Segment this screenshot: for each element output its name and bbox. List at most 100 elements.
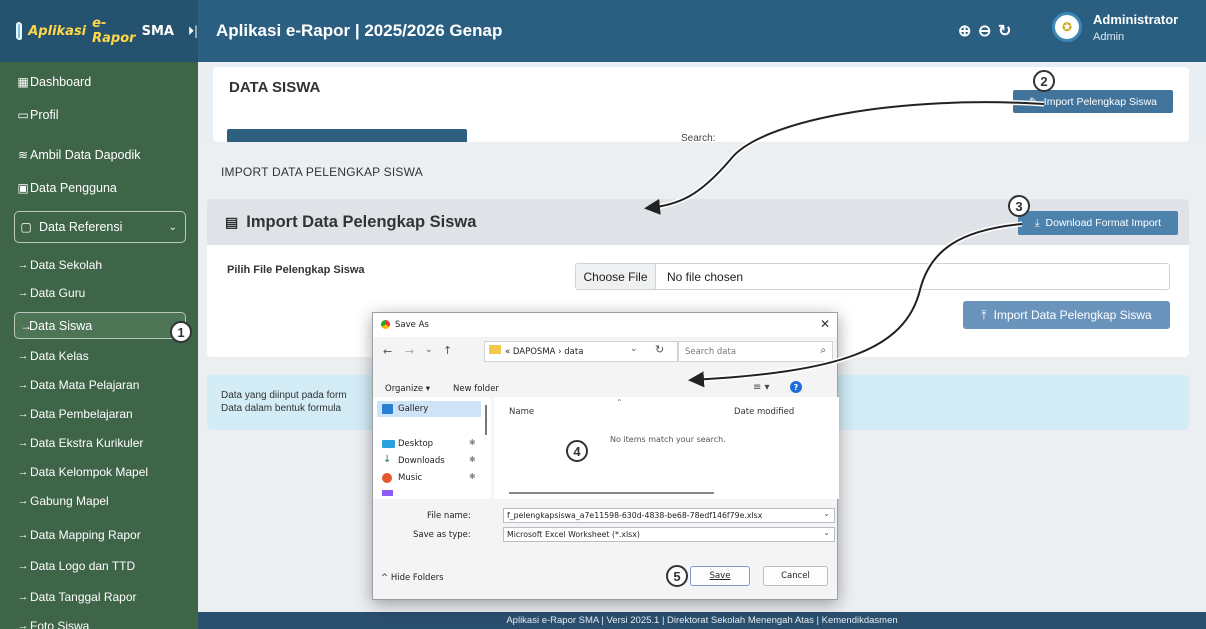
sidebar-item-label: Foto Siswa <box>30 619 90 629</box>
arrow-right-icon: → <box>17 591 29 603</box>
cancel-button[interactable]: Cancel <box>763 566 828 586</box>
sidebar-item-data-kelas[interactable]: → Data Kelas <box>0 341 198 371</box>
sidebar-item-label: Data Ekstra Kurikuler <box>30 436 144 450</box>
sidebar-item-label: Data Referensi <box>39 220 123 234</box>
arrow-right-icon: → <box>17 495 29 507</box>
refresh-icon[interactable]: ↻ <box>998 21 1011 41</box>
file-name-input[interactable]: f_pelengkapsiswa_a7e11598-630d-4838-be68… <box>503 508 835 523</box>
file-label: Pilih File Pelengkap Siswa <box>227 264 365 276</box>
sidebar-item-data-logo-dan-ttd[interactable]: → Data Logo dan TTD <box>0 551 198 581</box>
sidebar-item-label: Gabung Mapel <box>30 494 109 508</box>
column-name[interactable]: Name <box>509 407 534 417</box>
sidebar-item-data-siswa[interactable]: → Data Siswa <box>14 312 186 339</box>
sidebar-item-data-referensi[interactable]: ▢ Data Referensi ⌄ <box>14 211 186 243</box>
up-icon[interactable]: ↑ <box>443 344 452 357</box>
sidebar-item-label: Dashboard <box>30 75 92 89</box>
chevron-up-icon: ^ <box>381 573 391 583</box>
sidebar-item-profil[interactable]: ▭ Profil <box>0 100 198 130</box>
zoom-out-icon[interactable]: ⊖ <box>978 21 991 41</box>
breadcrumb: « DAPOSMA › data <box>505 347 584 357</box>
videos-icon <box>382 490 393 496</box>
sidebar-item-data-tanggal-rapor[interactable]: → Data Tanggal Rapor <box>0 582 198 612</box>
sidebar-item-data-pengguna[interactable]: ▣ Data Pengguna <box>0 173 198 203</box>
gallery-icon <box>382 404 393 414</box>
hide-folders-label: Hide Folders <box>390 573 444 583</box>
sidebar-item-label: Profil <box>30 108 59 122</box>
chevron-down-icon[interactable]: ⌄ <box>823 528 830 537</box>
chevron-down-icon[interactable]: ⌄ <box>630 344 638 354</box>
sidebar-item-label: Data Pengguna <box>30 181 117 195</box>
zoom-in-icon[interactable]: ⊕ <box>958 21 971 41</box>
file-input[interactable] <box>575 263 1170 290</box>
sidebar-item-label: Data Tanggal Rapor <box>30 590 137 604</box>
sidebar-item-foto-siswa[interactable]: → Foto Siswa <box>0 611 198 629</box>
save-type-select[interactable]: Microsoft Excel Worksheet (*.xlsx) ⌄ <box>503 527 835 542</box>
edit-icon: ✎ <box>1028 95 1038 108</box>
step-badge-2: 2 <box>1033 70 1055 92</box>
nav-item-desktop[interactable]: Desktop ✱ <box>377 437 481 451</box>
sidebar-item-ambil-data-dapodik[interactable]: ≋ Ambil Data Dapodik <box>0 140 198 170</box>
arrow-right-icon: → <box>20 318 32 333</box>
sidebar-item-data-sekolah[interactable]: → Data Sekolah <box>0 250 198 280</box>
info-line-1: Data yang diinput pada form <box>221 390 347 401</box>
help-icon[interactable]: ? <box>790 381 802 393</box>
import-data-button[interactable]: ⤒ Import Data Pelengkap Siswa <box>963 301 1170 329</box>
refresh-icon[interactable]: ↻ <box>655 343 664 356</box>
database-icon: ≋ <box>17 148 29 162</box>
file-name-label: File name: <box>427 511 471 521</box>
nav-scrollbar[interactable] <box>485 405 487 435</box>
chevron-down-icon[interactable]: ⌄ <box>823 509 830 518</box>
sidebar-item-data-pembelajaran[interactable]: → Data Pembelajaran <box>0 399 198 429</box>
arrow-right-icon: → <box>17 259 29 271</box>
brand-logo[interactable]: Aplikasi e-Rapor SMA ⏵| <box>0 0 198 62</box>
sidebar-item-data-kelompok-mapel[interactable]: → Data Kelompok Mapel <box>0 457 198 487</box>
user-role: Admin <box>1093 31 1125 43</box>
hide-folders-button[interactable]: ^ Hide Folders <box>381 573 444 583</box>
sidebar-item-label: Ambil Data Dapodik <box>30 148 141 162</box>
sort-up-icon: ⌃ <box>616 398 623 407</box>
nav-item-downloads[interactable]: ↓ Downloads ✱ <box>377 454 481 468</box>
sidebar-item-data-mata-pelajaran[interactable]: → Data Mata Pelajaran <box>0 370 198 400</box>
sidebar-item-dashboard[interactable]: ▦ Dashboard <box>0 67 198 97</box>
chrome-icon <box>380 319 391 330</box>
brand-prefix: Aplikasi <box>28 23 87 39</box>
step-badge-1: 1 <box>170 321 192 343</box>
button-label: Import Data Pelengkap Siswa <box>993 308 1152 322</box>
organize-button[interactable]: Organize ▾ <box>385 384 430 394</box>
import-pelengkap-siswa-button[interactable]: ✎ Import Pelengkap Siswa <box>1013 90 1173 113</box>
nav-item-music[interactable]: Music ✱ <box>377 471 481 485</box>
sidebar-item-data-guru[interactable]: → Data Guru <box>0 278 198 308</box>
sidebar-toggle-icon[interactable]: ⏵| <box>188 24 198 39</box>
brand-main: e-Rapor <box>92 16 136 46</box>
desktop-icon <box>382 440 395 448</box>
sidebar-item-label: Data Guru <box>30 286 86 300</box>
upload-icon: ⤒ <box>981 307 987 322</box>
back-icon[interactable]: ← <box>383 345 392 358</box>
sidebar-item-data-ekstra-kurikuler[interactable]: → Data Ekstra Kurikuler <box>0 428 198 458</box>
chevron-down-icon[interactable]: ⌄ <box>425 345 433 355</box>
arrow-right-icon: → <box>17 287 29 299</box>
download-format-import-button[interactable]: ⤓ Download Format Import <box>1018 211 1178 235</box>
sidebar-item-gabung-mapel[interactable]: → Gabung Mapel <box>0 486 198 516</box>
close-icon[interactable]: ✕ <box>820 317 830 331</box>
navigation-pane: Gallery Desktop ✱ ↓ Downloads ✱ Music ✱ <box>373 397 491 499</box>
view-options-icon[interactable]: ≡ ▾ <box>753 382 770 393</box>
column-date-modified[interactable]: Date modified <box>734 407 794 417</box>
user-name[interactable]: Administrator <box>1093 12 1178 27</box>
search-placeholder: Search data <box>685 347 737 357</box>
horizontal-scrollbar[interactable] <box>509 492 714 494</box>
export-buttons-group[interactable] <box>227 129 467 142</box>
address-bar[interactable]: « DAPOSMA › data ⌄ ↻ <box>484 341 678 362</box>
whale-logo-icon <box>16 22 23 40</box>
panel-header-label: Import Data Pelengkap Siswa <box>246 212 477 231</box>
new-folder-button[interactable]: New folder <box>453 384 499 394</box>
save-button[interactable]: Save <box>690 566 750 586</box>
user-avatar[interactable]: ✪ <box>1052 12 1082 42</box>
choose-file-button[interactable]: Choose File <box>576 264 656 289</box>
brand-suffix: SMA <box>141 23 174 39</box>
nav-item-gallery[interactable]: Gallery <box>377 401 481 417</box>
search-icon: ⌕ <box>820 345 826 356</box>
sidebar-item-data-mapping-rapor[interactable]: → Data Mapping Rapor <box>0 520 198 550</box>
dialog-search-input[interactable]: Search data ⌕ <box>678 341 833 362</box>
forward-icon[interactable]: → <box>405 345 414 358</box>
